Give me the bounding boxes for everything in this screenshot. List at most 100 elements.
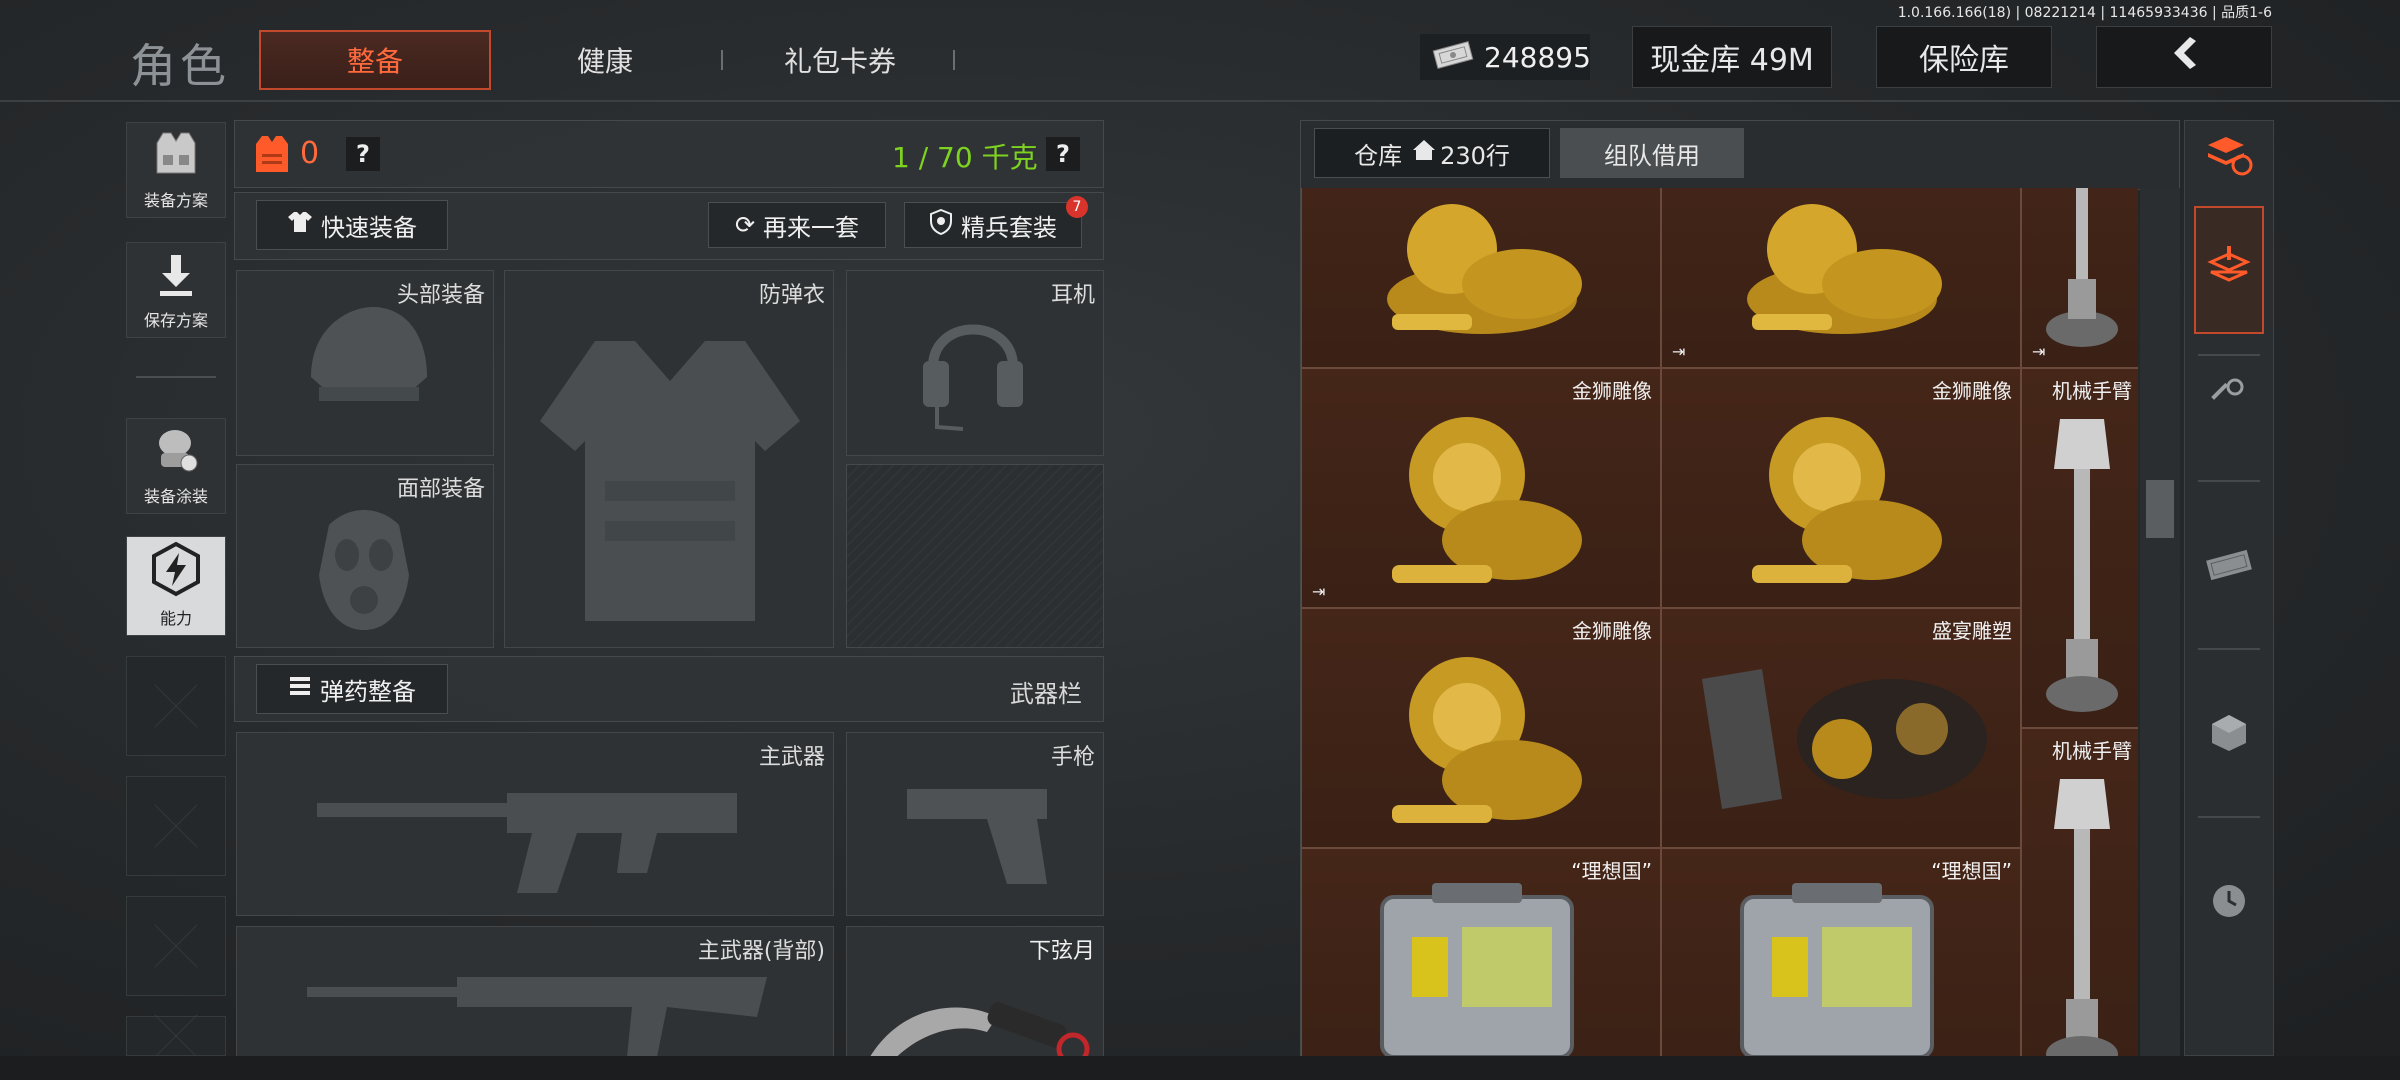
bio-case-icon [1372, 877, 1582, 1056]
item-mech-arm[interactable]: 机械手臂 [2021, 368, 2138, 728]
item-gold-lion-statue[interactable]: ⇥ [1661, 188, 2021, 368]
exit-icon: ⇥ [2032, 342, 2046, 361]
armor-help-button[interactable]: ? [346, 137, 380, 171]
ammo-icon [288, 674, 312, 704]
sort-stack-button[interactable] [2194, 122, 2264, 192]
sidebar-item-equip-plan[interactable]: 装备方案 [126, 122, 226, 218]
ammo-prepare-button[interactable]: 弹药整备 [256, 664, 448, 714]
banknote-icon [1432, 40, 1474, 74]
lion-statue-icon [1372, 188, 1592, 353]
tab-health[interactable]: 健康 [530, 30, 680, 90]
money-amount: 248895 [1484, 40, 1591, 74]
lion-statue-icon [1732, 188, 1952, 353]
filter-cash-button[interactable] [2194, 532, 2264, 602]
slot-label: 主武器 [758, 745, 825, 770]
elite-set-button[interactable]: 精兵套装 [904, 202, 1082, 248]
item-mech-arm[interactable]: 机械手臂 ⇥ [2021, 728, 2138, 1056]
tab-gift-cards[interactable]: 礼包卡券 [760, 30, 920, 90]
refresh-icon: ⟳ [734, 211, 756, 239]
gas-mask-icon [309, 505, 419, 639]
head-gear-slot[interactable]: 头部装备 [236, 270, 494, 456]
face-gear-slot[interactable]: 面部装备 [236, 464, 494, 648]
skin-icon [149, 425, 203, 479]
money-display: 248895 [1420, 34, 1591, 80]
item-label: 机械手臂 [2052, 739, 2132, 763]
bottom-bar [0, 1056, 2400, 1080]
toolbar-divider [2198, 480, 2260, 482]
quick-equip-button[interactable]: 快速装备 [256, 200, 448, 250]
item-label: 金狮雕像 [1572, 619, 1652, 643]
filter-active-button[interactable] [2194, 206, 2264, 334]
filter-time-button[interactable] [2194, 868, 2264, 938]
top-divider [0, 100, 2400, 102]
primary-weapon-slot[interactable]: 主武器 [236, 732, 834, 916]
item-mech-arm[interactable]: ⇥ [2021, 188, 2138, 368]
mech-arm-icon [2040, 769, 2124, 1056]
back-arrow-icon [2164, 33, 2204, 81]
shirt-icon [287, 210, 313, 240]
mech-arm-icon [2040, 188, 2124, 363]
armor-vest-slot[interactable]: 防弹衣 [504, 270, 834, 648]
page-title: 角色 [130, 39, 230, 93]
elite-set-badge: 7 [1066, 196, 1088, 218]
sidebar-empty-slot [126, 1016, 226, 1056]
stack-refresh-icon [2204, 133, 2254, 181]
melee-slot[interactable]: 下弦月 [846, 926, 1104, 1067]
headset-slot[interactable]: 耳机 [846, 270, 1104, 456]
rifle-icon [317, 763, 757, 907]
warehouse-scroll-thumb[interactable] [2146, 480, 2174, 538]
mech-arm-icon [2040, 409, 2124, 723]
tab-team-borrow[interactable]: 组队借用 [1560, 128, 1744, 178]
sidebar-item-save-plan[interactable]: 保存方案 [126, 242, 226, 338]
home-icon [1412, 139, 1436, 167]
version-info: 1.0.166.166(18) | 08221214 | 11465933436… [1897, 5, 2272, 21]
sidebar-item-label: 能力 [159, 609, 192, 628]
tab-separator [721, 50, 723, 70]
retry-set-button[interactable]: ⟳ 再来一套 [708, 202, 886, 248]
pistol-slot[interactable]: 手枪 [846, 732, 1104, 916]
slot-label: 主武器(背部) [697, 939, 825, 964]
item-label: 盛宴雕塑 [1932, 619, 2012, 643]
sidebar-item-label: 装备涂装 [143, 487, 208, 506]
item-gold-lion-statue[interactable]: 金狮雕像 [1301, 608, 1661, 848]
filter-box-button[interactable] [2194, 700, 2264, 770]
vest-icon [535, 331, 805, 635]
sculpture-icon [1692, 659, 1992, 823]
filter-keys-button[interactable] [2194, 362, 2264, 432]
lion-statue-icon [1372, 405, 1592, 609]
quick-equip-label: 快速装备 [321, 213, 417, 242]
cash-stack-icon [2204, 545, 2254, 589]
armor-count: 0 [300, 136, 320, 171]
shield-icon [929, 208, 953, 241]
sidebar-item-equip-skin[interactable]: 装备涂装 [126, 418, 226, 514]
elite-set-label: 精兵套装 [961, 213, 1057, 242]
item-gold-lion-statue[interactable] [1301, 188, 1661, 368]
tab-storage-rows: 230行 [1440, 141, 1510, 170]
tab-storage-label: 仓库 [1354, 141, 1403, 170]
sidebar-item-ability[interactable]: 能力 [126, 536, 226, 636]
primary-back-weapon-slot[interactable]: 主武器(背部) [236, 926, 834, 1066]
warehouse-grid: ⇥ ⇥ 金狮雕像 ⇥ 金狮雕像 机械手臂 金狮雕像 盛宴雕塑 机械手臂 “理想国… [1300, 188, 2138, 1056]
tab-storage[interactable]: 仓库 230行 [1314, 128, 1550, 178]
toolbar-divider [2198, 648, 2260, 650]
safe-box-button[interactable]: 保险库 [1876, 26, 2052, 88]
lion-statue-icon [1372, 645, 1592, 849]
item-ideal-state-case[interactable]: “理想国” [1301, 848, 1661, 1056]
item-feast-sculpture[interactable]: 盛宴雕塑 [1661, 608, 2021, 848]
slot-label: 下弦月 [1028, 939, 1095, 964]
item-gold-lion-statue[interactable]: 金狮雕像 ⇥ [1301, 368, 1661, 608]
sidebar-empty-slot [126, 656, 226, 756]
clock-icon [2210, 882, 2248, 924]
warehouse-scrollbar[interactable] [2140, 188, 2180, 1056]
box-icon [2209, 713, 2249, 757]
cash-vault-button[interactable]: 现金库 49M [1632, 26, 1832, 88]
item-label: 金狮雕像 [1932, 379, 2012, 403]
vest-icon [149, 129, 203, 183]
item-gold-lion-statue[interactable]: 金狮雕像 [1661, 368, 2021, 608]
weight-help-button[interactable]: ? [1046, 137, 1080, 171]
back-button[interactable] [2096, 26, 2272, 88]
tab-prepare[interactable]: 整备 [259, 30, 491, 90]
sidebar-empty-slot [126, 896, 226, 996]
item-ideal-state-case[interactable]: “理想国” [1661, 848, 2021, 1056]
tab-separator [953, 50, 955, 70]
